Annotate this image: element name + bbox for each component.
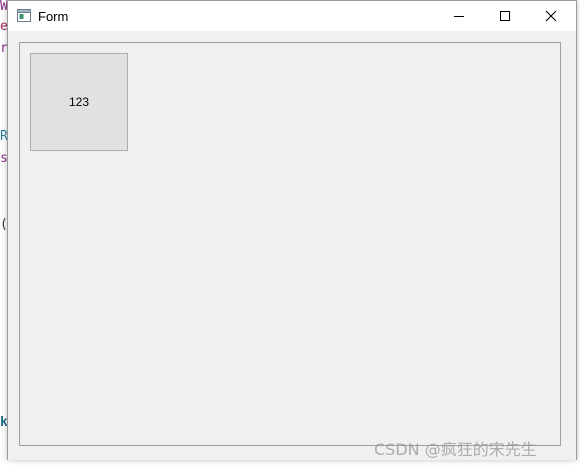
minimize-icon bbox=[454, 16, 464, 17]
form-client-area: 123 bbox=[8, 31, 576, 460]
maximize-icon bbox=[500, 11, 510, 21]
close-button[interactable] bbox=[528, 1, 574, 31]
window-title: Form bbox=[38, 9, 69, 24]
app-window-icon bbox=[17, 9, 31, 22]
desktop: W e r R s ( k Form 123 CSDN @疯狂的宋先生 bbox=[0, 0, 580, 465]
form-window: Form 123 bbox=[7, 0, 577, 460]
minimize-button[interactable] bbox=[436, 1, 482, 31]
watermark-text: CSDN @疯狂的宋先生 bbox=[374, 440, 537, 459]
title-bar[interactable]: Form bbox=[8, 1, 576, 31]
push-button-123[interactable]: 123 bbox=[30, 53, 128, 151]
close-icon bbox=[545, 10, 557, 22]
maximize-button[interactable] bbox=[482, 1, 528, 31]
